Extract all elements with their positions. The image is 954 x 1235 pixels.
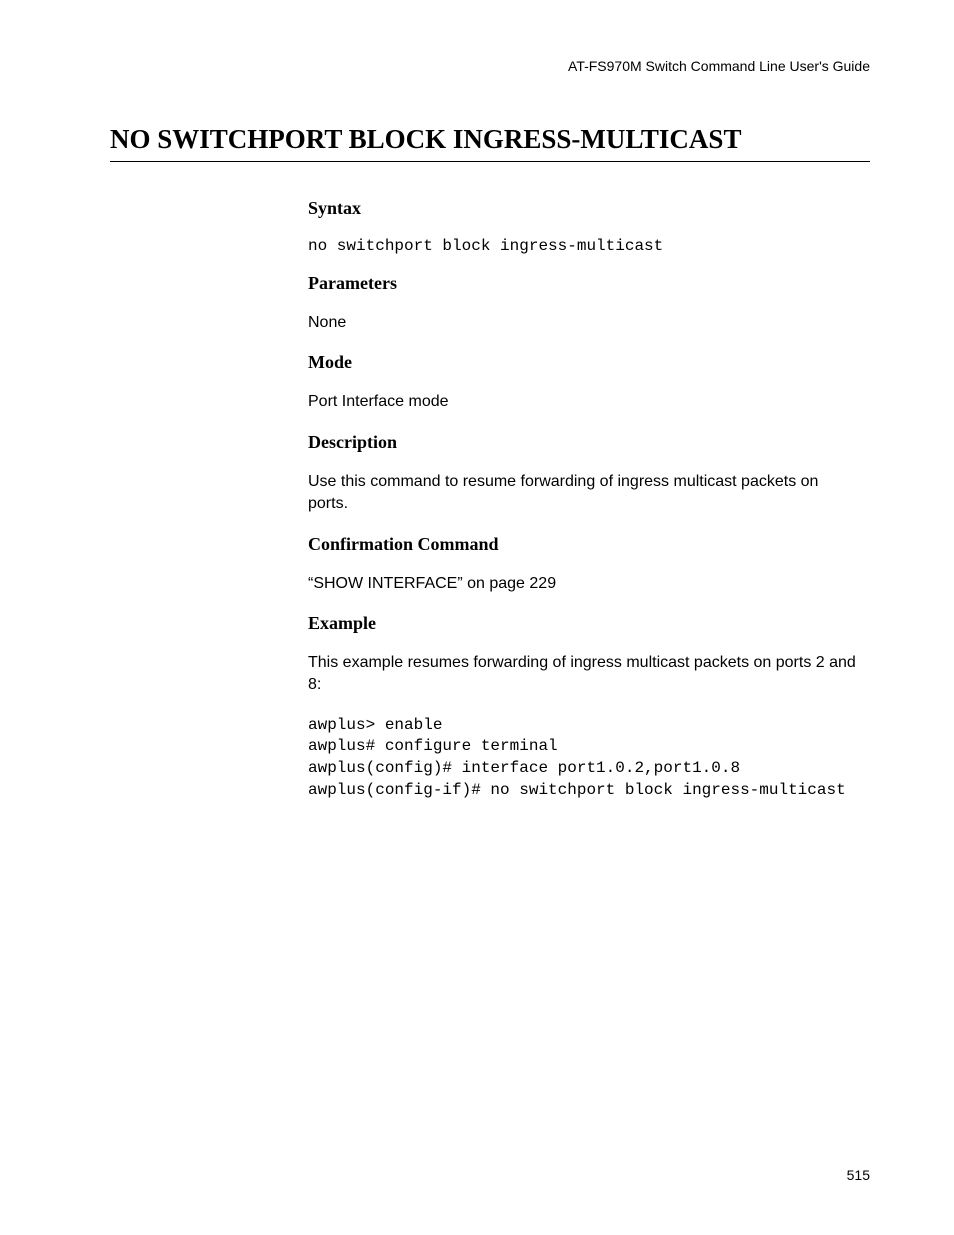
- content-area: Syntax no switchport block ingress-multi…: [308, 198, 860, 801]
- confirmation-text: “SHOW INTERFACE” on page 229: [308, 573, 860, 595]
- page-number: 515: [847, 1167, 870, 1183]
- mode-text: Port Interface mode: [308, 391, 860, 413]
- header-guide-title: AT-FS970M Switch Command Line User's Gui…: [110, 58, 870, 74]
- syntax-command: no switchport block ingress-multicast: [308, 237, 860, 255]
- confirmation-heading: Confirmation Command: [308, 534, 860, 555]
- syntax-heading: Syntax: [308, 198, 860, 219]
- description-text: Use this command to resume forwarding of…: [308, 471, 860, 516]
- example-code: awplus> enable awplus# configure termina…: [308, 715, 860, 801]
- mode-heading: Mode: [308, 352, 860, 373]
- example-heading: Example: [308, 613, 860, 634]
- example-intro: This example resumes forwarding of ingre…: [308, 652, 860, 697]
- description-heading: Description: [308, 432, 860, 453]
- command-title: NO SWITCHPORT BLOCK INGRESS-MULTICAST: [110, 124, 870, 162]
- parameters-heading: Parameters: [308, 273, 860, 294]
- parameters-text: None: [308, 312, 860, 334]
- document-page: AT-FS970M Switch Command Line User's Gui…: [0, 0, 954, 801]
